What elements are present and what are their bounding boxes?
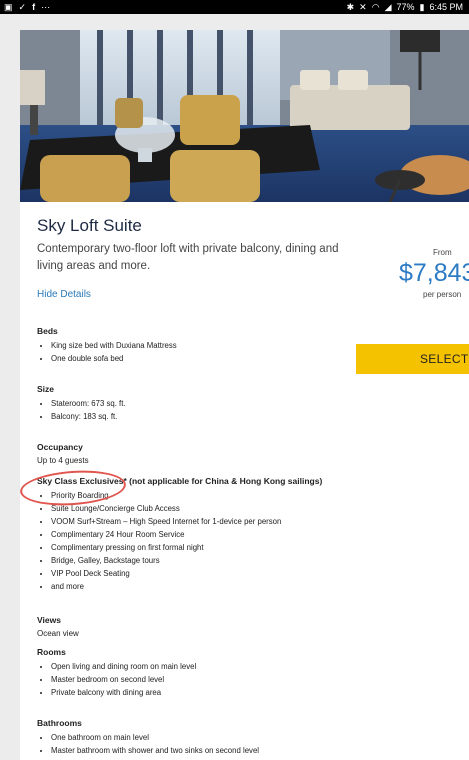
list-item: Complimentary pressing on first formal n…	[51, 541, 322, 554]
list-item: King size bed with Duxiana Mattress	[51, 339, 177, 352]
occupancy-value: Up to 4 guests	[37, 456, 89, 465]
rooms-heading: Rooms	[37, 647, 66, 657]
exclusives-list: Priority Boarding Suite Lounge/Concierge…	[37, 489, 322, 593]
list-item: Open living and dining room on main leve…	[51, 660, 196, 673]
occupancy-heading: Occupancy	[37, 442, 83, 452]
status-bar-right: ✱ ✕ ◠ ◢ 77% ▮ 6:45 PM	[347, 1, 463, 13]
list-item: VOOM Surf+Stream – High Speed Internet f…	[51, 515, 322, 528]
exclusives-heading: Sky Class Exclusives* (not applicable fo…	[37, 476, 323, 486]
bathrooms-list: One bathroom on main level Master bathro…	[37, 731, 259, 757]
suite-photo	[20, 30, 469, 202]
list-item: One double sofa bed	[51, 352, 177, 365]
occupancy-section: Occupancy Up to 4 guests	[37, 442, 89, 465]
price-per-label: per person	[423, 290, 462, 299]
list-item: One bathroom on main level	[51, 731, 259, 744]
rooms-section: Rooms Open living and dining room on mai…	[37, 647, 196, 699]
list-item: Master bathroom with shower and two sink…	[51, 744, 259, 757]
suite-title: Sky Loft Suite	[37, 216, 142, 235]
hide-details-link[interactable]: Hide Details	[37, 289, 91, 300]
views-heading: Views	[37, 615, 61, 625]
list-item: Complimentary 24 Hour Room Service	[51, 528, 322, 541]
exclusives-section: Sky Class Exclusives* (not applicable fo…	[37, 476, 322, 593]
list-item: Stateroom: 673 sq. ft.	[51, 397, 126, 410]
list-item: and more	[51, 580, 322, 593]
select-button[interactable]: SELECT	[356, 344, 469, 374]
views-value: Ocean view	[37, 629, 79, 638]
facebook-icon: f	[32, 2, 36, 12]
mute-icon: ✕	[359, 2, 367, 12]
suite-description: Contemporary two-floor loft with private…	[37, 243, 339, 272]
beds-list: King size bed with Duxiana Mattress One …	[37, 339, 177, 365]
list-item: Balcony: 183 sq. ft.	[51, 410, 126, 423]
battery-level: 77%	[396, 2, 415, 12]
clock: 6:45 PM	[429, 2, 463, 12]
size-heading: Size	[37, 384, 55, 394]
list-item: Bridge, Galley, Backstage tours	[51, 554, 322, 567]
more-icon: ⋯	[41, 2, 51, 12]
views-section: Views Ocean view	[37, 615, 79, 638]
bathrooms-heading: Bathrooms	[37, 718, 82, 728]
size-section: Size Stateroom: 673 sq. ft. Balcony: 183…	[37, 384, 126, 423]
bathrooms-section: Bathrooms One bathroom on main level Mas…	[37, 718, 259, 757]
rooms-list: Open living and dining room on main leve…	[37, 660, 196, 699]
list-item: Priority Boarding	[51, 489, 322, 502]
list-item: VIP Pool Deck Seating	[51, 567, 322, 580]
signal-icon: ◢	[384, 2, 392, 12]
gallery-icon: ▣	[4, 2, 13, 12]
price-value: $7,843	[399, 259, 469, 287]
beds-section: Beds King size bed with Duxiana Mattress…	[37, 326, 177, 365]
list-item: Master bedroom on second level	[51, 673, 196, 686]
battery-icon: ▮	[419, 2, 425, 12]
list-item: Suite Lounge/Concierge Club Access	[51, 502, 322, 515]
status-bar: ▣ ✓ f ⋯ ✱ ✕ ◠ ◢ 77% ▮ 6:45 PM	[0, 0, 469, 14]
price-from-label: From	[433, 248, 452, 257]
check-icon: ✓	[18, 2, 27, 12]
wifi-icon: ◠	[371, 2, 380, 12]
status-bar-left: ▣ ✓ f ⋯	[4, 1, 50, 13]
bluetooth-icon: ✱	[346, 2, 355, 12]
size-list: Stateroom: 673 sq. ft. Balcony: 183 sq. …	[37, 397, 126, 423]
suite-card: Sky Loft Suite Contemporary two-floor lo…	[18, 30, 469, 760]
list-item: Private balcony with dining area	[51, 686, 196, 699]
beds-heading: Beds	[37, 326, 58, 336]
